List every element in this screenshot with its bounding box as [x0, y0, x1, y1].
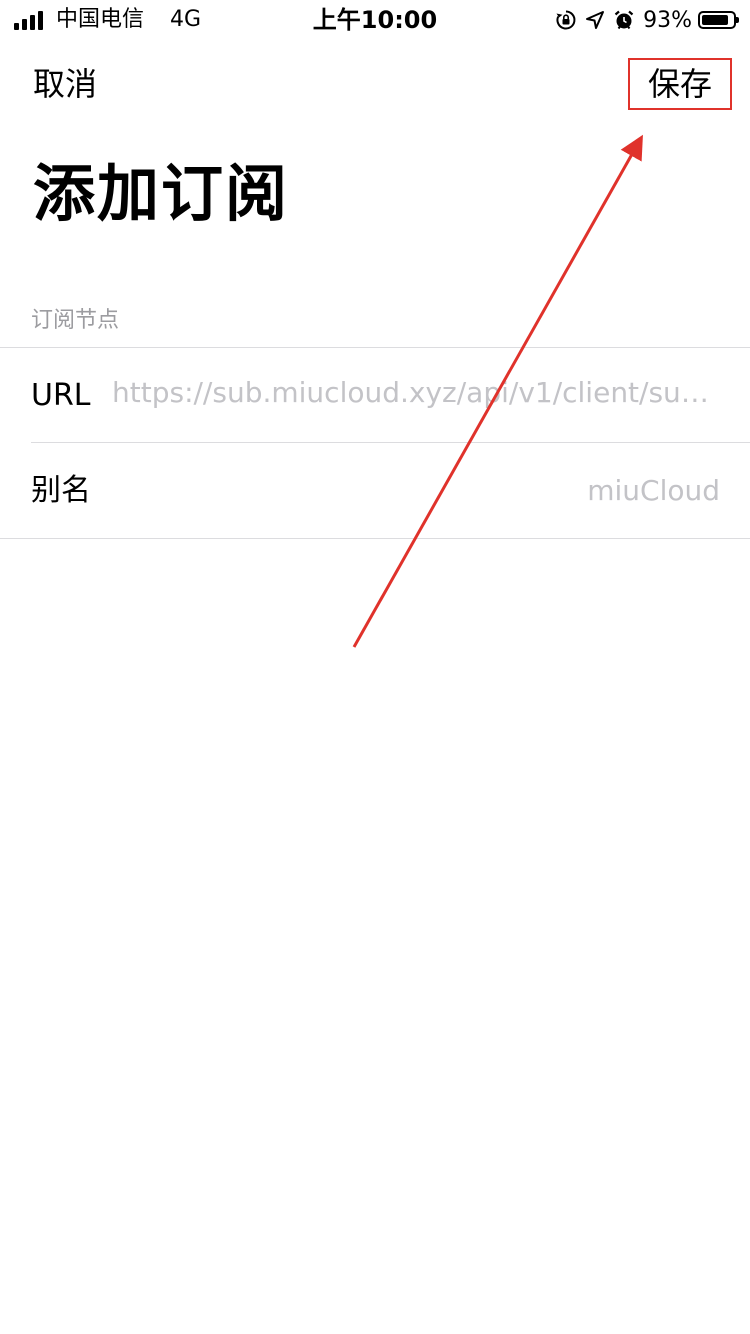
divider: [31, 442, 750, 443]
alarm-icon: [613, 9, 635, 31]
cancel-button[interactable]: 取消: [33, 62, 97, 106]
rotation-lock-icon: [555, 9, 577, 31]
battery-level-fill: [702, 15, 729, 25]
location-icon: [585, 10, 605, 30]
save-button[interactable]: 保存: [628, 58, 732, 110]
alias-input[interactable]: miuCloud: [587, 472, 720, 510]
page-title: 添加订阅: [33, 157, 290, 230]
url-label: URL: [31, 378, 91, 413]
divider: [0, 538, 750, 539]
alias-label: 别名: [31, 473, 91, 508]
divider: [0, 347, 750, 348]
url-input[interactable]: https://sub.miucloud.xyz/api/v1/client/s…: [112, 376, 720, 409]
section-header: 订阅节点: [31, 308, 120, 333]
status-indicators: 93%: [555, 6, 739, 34]
battery-icon: [698, 11, 739, 29]
status-bar: 中国电信 4G 上午10:00 93%: [0, 0, 750, 40]
battery-percent: 93%: [643, 7, 692, 33]
